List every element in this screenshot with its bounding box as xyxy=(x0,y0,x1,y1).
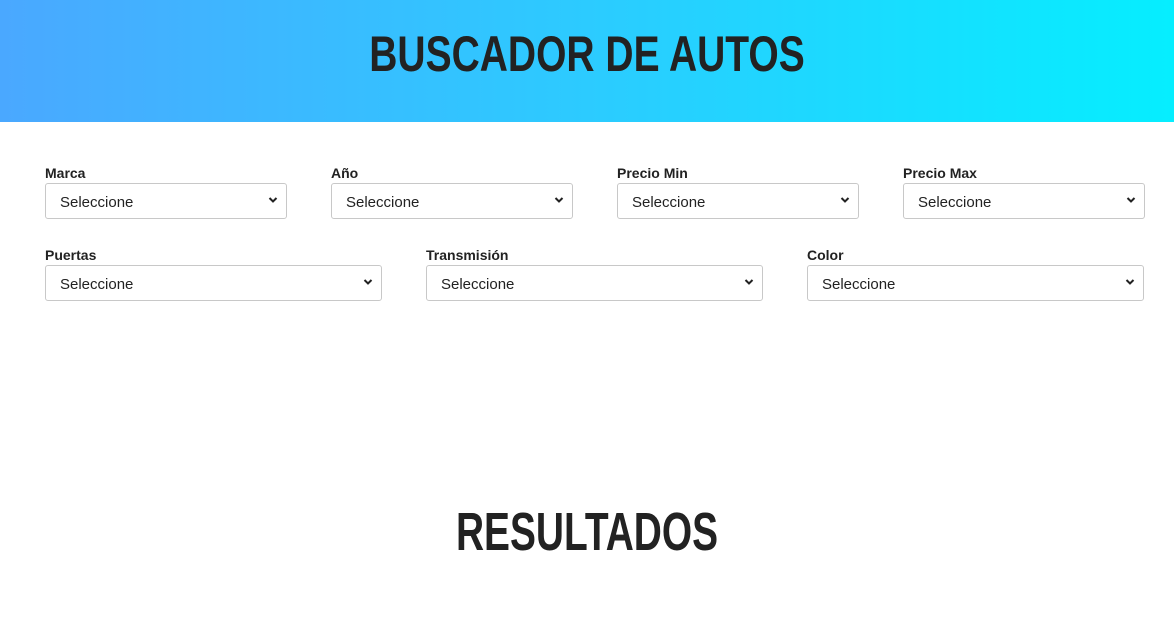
precio-max-label: Precio Max xyxy=(903,165,977,181)
precio-max-select-value: Seleccione xyxy=(918,194,992,211)
transmision-select-value: Seleccione xyxy=(441,276,515,293)
puertas-label: Puertas xyxy=(45,247,97,263)
page-title: BUSCADOR DE AUTOS xyxy=(369,26,805,82)
transmision-label: Transmisión xyxy=(426,247,509,263)
precio-min-select-value: Seleccione xyxy=(632,194,706,211)
precio-max-select[interactable]: Seleccione xyxy=(903,183,1145,219)
marca-select[interactable]: Seleccione xyxy=(45,183,287,219)
precio-min-select[interactable]: Seleccione xyxy=(617,183,859,219)
header-banner: BUSCADOR DE AUTOS xyxy=(0,0,1174,122)
anio-label: Año xyxy=(331,165,359,181)
anio-select-value: Seleccione xyxy=(346,194,420,211)
results-title: RESULTADOS xyxy=(455,502,719,562)
chevron-down-icon xyxy=(363,279,373,285)
puertas-select-value: Seleccione xyxy=(60,276,134,293)
color-select-value: Seleccione xyxy=(822,276,896,293)
marca-label: Marca xyxy=(45,165,86,181)
anio-select[interactable]: Seleccione xyxy=(331,183,573,219)
chevron-down-icon xyxy=(268,197,278,203)
puertas-select[interactable]: Seleccione xyxy=(45,265,382,301)
transmision-select[interactable]: Seleccione xyxy=(426,265,763,301)
color-label: Color xyxy=(807,247,844,263)
color-select[interactable]: Seleccione xyxy=(807,265,1144,301)
precio-min-label: Precio Min xyxy=(617,165,688,181)
chevron-down-icon xyxy=(840,197,850,203)
chevron-down-icon xyxy=(744,279,754,285)
chevron-down-icon xyxy=(554,197,564,203)
marca-select-value: Seleccione xyxy=(60,194,134,211)
chevron-down-icon xyxy=(1126,197,1136,203)
chevron-down-icon xyxy=(1125,279,1135,285)
